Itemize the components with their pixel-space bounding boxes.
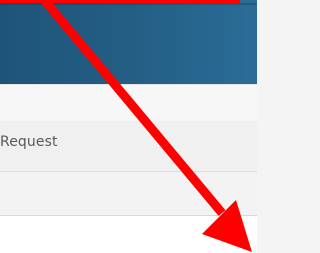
menu-item-request-label[interactable]: Request xyxy=(0,134,58,150)
top-banner xyxy=(0,0,257,84)
menu-row-empty xyxy=(0,172,257,216)
content-area xyxy=(0,216,257,253)
top-shadow xyxy=(0,3,257,5)
menu-strip-empty xyxy=(0,84,257,122)
